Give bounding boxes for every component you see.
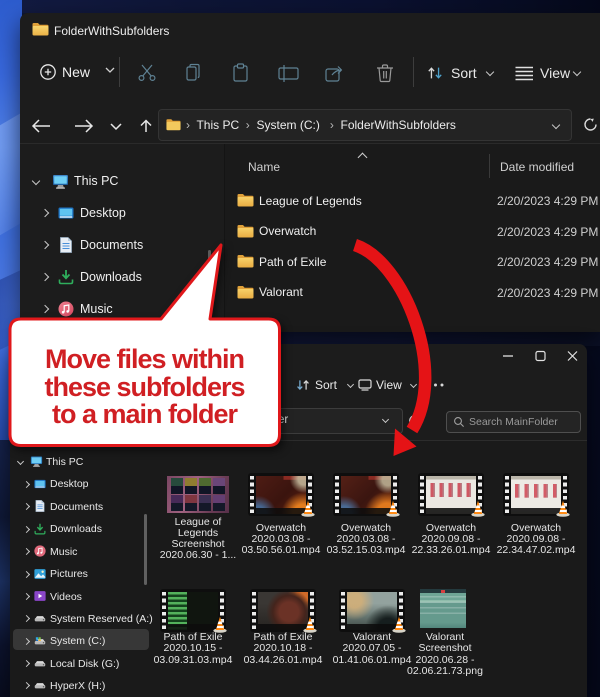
svg-text:New: New [62, 64, 91, 80]
